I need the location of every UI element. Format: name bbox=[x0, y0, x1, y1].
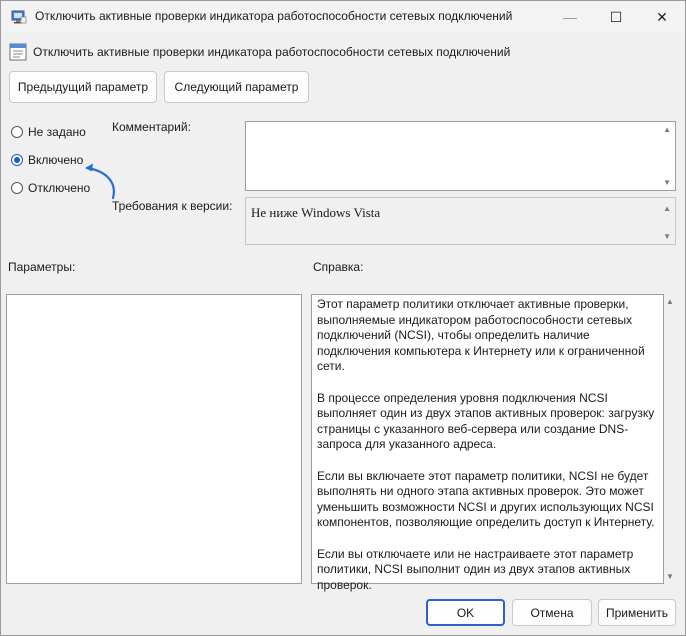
parameters-panel bbox=[6, 294, 302, 584]
requirements-field: Не ниже Windows Vista ▲ ▼ bbox=[245, 197, 676, 245]
ok-button[interactable]: OK bbox=[426, 599, 505, 626]
maximize-button[interactable]: ☐ bbox=[593, 1, 639, 33]
requirements-label: Требования к версии: bbox=[112, 199, 233, 213]
radio-enabled[interactable]: Включено bbox=[11, 153, 83, 167]
policy-setting-icon bbox=[9, 43, 27, 61]
help-panel: Этот параметр политики отключает активны… bbox=[311, 294, 664, 592]
minimize-button[interactable]: — bbox=[547, 1, 593, 33]
radio-disabled[interactable]: Отключено bbox=[11, 181, 90, 195]
title-bar[interactable]: Отключить активные проверки индикатора р… bbox=[1, 1, 685, 33]
policy-dialog: Отключить активные проверки индикатора р… bbox=[0, 0, 686, 636]
help-label: Справка: bbox=[313, 260, 364, 274]
help-paragraph: Если вы включаете этот параметр политики… bbox=[317, 468, 655, 530]
radio-label: Не задано bbox=[28, 125, 86, 139]
scroll-up-icon[interactable]: ▲ bbox=[663, 125, 671, 134]
policy-settings-icon bbox=[11, 10, 27, 24]
help-text: Этот параметр политики отключает активны… bbox=[317, 297, 657, 609]
policy-name: Отключить активные проверки индикатора р… bbox=[33, 45, 511, 59]
previous-setting-button[interactable]: Предыдущий параметр bbox=[9, 71, 157, 103]
scroll-down-icon[interactable]: ▼ bbox=[663, 178, 671, 187]
next-setting-button[interactable]: Следующий параметр bbox=[164, 71, 309, 103]
apply-button[interactable]: Применить bbox=[598, 599, 676, 626]
requirements-value: Не ниже Windows Vista bbox=[251, 205, 381, 220]
help-paragraph: Если вы отключаете или не настраиваете э… bbox=[317, 546, 634, 592]
scroll-up-icon[interactable]: ▲ bbox=[666, 297, 674, 306]
help-scrollbar[interactable]: ▲ ▼ bbox=[664, 294, 676, 584]
annotation-arrow-icon bbox=[85, 163, 115, 200]
help-paragraph: В процессе определения уровня подключени… bbox=[317, 390, 655, 452]
scroll-down-icon[interactable]: ▼ bbox=[663, 232, 671, 241]
scroll-down-icon[interactable]: ▼ bbox=[666, 572, 674, 581]
parameters-label: Параметры: bbox=[8, 260, 76, 274]
radio-label: Включено bbox=[28, 153, 84, 167]
window-title: Отключить активные проверки индикатора р… bbox=[35, 9, 513, 23]
help-paragraph: Этот параметр политики отключает активны… bbox=[317, 297, 645, 374]
radio-checked-icon[interactable] bbox=[11, 154, 23, 166]
cancel-button[interactable]: Отмена bbox=[512, 599, 592, 626]
radio-circle-icon[interactable] bbox=[11, 182, 23, 194]
radio-circle-icon[interactable] bbox=[11, 126, 23, 138]
scroll-up-icon[interactable]: ▲ bbox=[663, 204, 671, 213]
comment-textarea[interactable]: ▲ ▼ bbox=[245, 121, 676, 191]
comment-label: Комментарий: bbox=[112, 120, 191, 134]
radio-not-configured[interactable]: Не задано bbox=[11, 125, 86, 139]
close-button[interactable]: ✕ bbox=[639, 1, 685, 33]
